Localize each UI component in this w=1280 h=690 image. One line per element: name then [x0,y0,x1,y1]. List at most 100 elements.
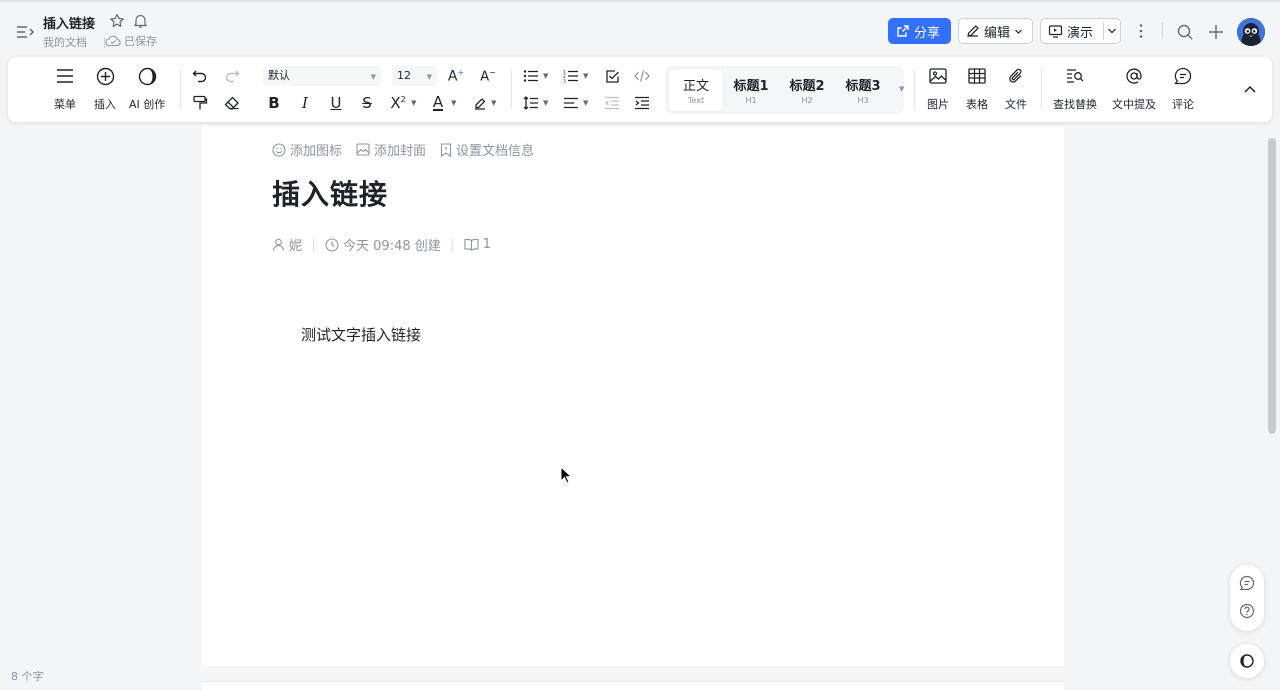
bold-button[interactable]: B [264,93,284,113]
search-icon[interactable] [1176,23,1194,41]
read-count[interactable]: 1 [464,237,491,252]
outline-toggle-icon[interactable] [14,22,36,42]
author-name: 妮 [289,239,303,254]
checklist-button[interactable] [602,66,622,86]
strikethrough-button[interactable]: S [357,93,377,113]
superscript-button[interactable]: X2 [388,93,408,113]
bookmark-info-icon [440,142,452,157]
comment-button[interactable]: 评论 [1172,65,1194,112]
style-h3[interactable]: 标题3 H3 [836,69,890,111]
insert-image-button[interactable]: 图片 [927,65,949,112]
add-icon-button[interactable]: 添加图标 [272,140,342,159]
chevron-up-icon[interactable] [1242,81,1258,97]
divider [180,69,181,109]
clear-format-button[interactable] [222,93,242,113]
checkbox-icon [605,69,619,83]
avatar[interactable] [1237,18,1265,46]
comment-label: 评论 [1172,98,1194,111]
document-page[interactable]: 添加图标 添加封面 设置文档信息 插入链接 妮 今天 09:48 创建 1 测试… [202,126,1064,666]
body-paragraph[interactable]: 测试文字插入链接 [301,324,421,345]
chevron-down-icon[interactable]: ▼ [543,99,548,107]
author[interactable]: 妮 [272,235,302,254]
chevron-down-icon[interactable]: ▼ [583,72,588,80]
style-sublabel: H1 [745,96,757,105]
style-h2[interactable]: 标题2 H2 [780,69,834,111]
chevron-down-icon: ▼ [370,73,376,81]
doc-info-label: 设置文档信息 [456,144,535,159]
align-button[interactable] [561,93,581,113]
menu-label: 菜单 [54,98,76,111]
cloud-saved-icon [105,35,121,47]
comment-list-icon[interactable] [1239,575,1255,591]
edit-mode-button[interactable]: 编辑 [958,18,1033,44]
plus-icon[interactable] [1207,23,1225,41]
format-painter-button[interactable] [190,93,210,113]
bell-icon[interactable] [133,13,148,29]
decrease-font-button[interactable]: A− [478,66,498,86]
ai-icon [138,67,156,85]
chevron-down-icon[interactable]: ▼ [411,99,416,107]
undo-button[interactable] [190,66,210,86]
star-icon[interactable] [109,13,125,29]
theme-toggle-button[interactable] [1230,644,1264,678]
style-text[interactable]: 正文 Text [669,69,723,111]
add-cover-button[interactable]: 添加封面 [356,140,426,159]
present-button[interactable]: 演示 [1040,18,1121,44]
outdent-button[interactable] [602,93,622,113]
mention-button[interactable]: 文中提及 [1112,65,1156,112]
outdent-icon [604,96,619,110]
undo-icon [192,70,207,83]
find-replace-button[interactable]: 查找替换 [1053,65,1097,112]
font-size-select[interactable]: 12 ▼ [392,66,438,86]
vertical-scrollbar[interactable] [1268,138,1276,434]
created-time: 今天 09:48 创建 [325,235,441,254]
insert-button[interactable]: 插入 [94,65,116,112]
bullet-list-button[interactable] [521,66,541,86]
more-vertical-icon[interactable] [1133,22,1149,40]
avatar-image [1237,18,1265,46]
image-label: 图片 [927,98,949,111]
ordered-list-button[interactable]: 123 [561,66,581,86]
ordered-list-icon: 123 [563,70,578,84]
strikethrough-icon: S [362,94,372,112]
doc-title[interactable]: 插入链接 [43,13,95,32]
add-icon-label: 添加图标 [290,144,343,159]
help-icon[interactable] [1239,603,1255,619]
indent-button[interactable] [632,93,652,113]
present-label: 演示 [1067,25,1094,41]
doc-actions: 添加图标 添加封面 设置文档信息 [272,140,534,159]
editor-toolbar: 菜单 插入 AI 创作 默认 ▼ 12 ▼ A+ A− B I U S X2 ▼… [8,57,1272,122]
read-count-value: 1 [482,237,492,252]
increase-font-button[interactable]: A+ [446,66,466,86]
divider [1162,23,1163,39]
more-styles-chevron-icon[interactable]: ▼ [899,85,904,93]
breadcrumb[interactable]: 我的文档 [43,34,87,50]
chevron-down-icon[interactable]: ▼ [491,99,496,107]
font-family-select[interactable]: 默认 ▼ [263,66,382,86]
highlight-button[interactable] [470,93,490,113]
menu-button[interactable]: 菜单 [54,65,76,112]
add-cover-label: 添加封面 [374,144,427,159]
insert-label: 插入 [94,98,116,111]
share-button[interactable]: 分享 [888,18,951,44]
doc-info-button[interactable]: 设置文档信息 [440,140,534,159]
line-spacing-button[interactable] [521,93,541,113]
underline-button[interactable]: U [326,93,346,113]
ai-create-button[interactable]: AI 创作 [129,65,165,112]
insert-file-button[interactable]: 文件 [1005,65,1027,112]
divider [1103,22,1104,40]
chevron-down-icon[interactable]: ▼ [543,72,548,80]
chevron-down-icon[interactable]: ▼ [451,99,456,107]
font-color-button[interactable]: A [428,93,448,113]
font-increase-icon: A+ [447,67,465,85]
smile-icon [272,142,286,157]
present-options-chevron-icon[interactable] [1107,24,1117,38]
chevron-down-icon[interactable]: ▼ [583,99,588,107]
code-button[interactable] [632,66,652,86]
insert-table-button[interactable]: 表格 [966,65,988,112]
italic-button[interactable]: I [295,93,315,113]
document-title[interactable]: 插入链接 [272,173,388,213]
redo-button[interactable] [222,66,242,86]
svg-text:3: 3 [563,79,566,84]
style-h1[interactable]: 标题1 H1 [724,69,778,111]
